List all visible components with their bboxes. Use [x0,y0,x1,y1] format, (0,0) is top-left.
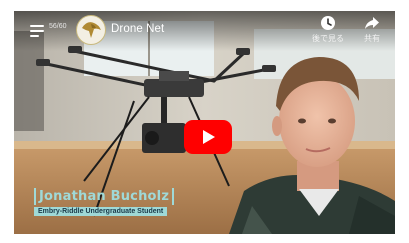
share-label: 共有 [364,34,380,43]
video-title[interactable]: Drone Net [111,23,164,35]
watch-later-button[interactable]: 後で見る [308,15,348,49]
play-icon [203,130,215,144]
video-player[interactable]: 56/60 Drone Net 後で見る 共有 Jonathan Bucholz [14,11,395,234]
speaker-role: Embry-Riddle Undergraduate Student [34,207,168,216]
playlist-menu-icon[interactable] [30,25,44,37]
share-button[interactable]: 共有 [352,15,392,49]
play-button[interactable] [184,120,232,154]
playlist-position: 56/60 [49,23,67,30]
player-top-bar: 56/60 Drone Net 後で見る 共有 [14,11,395,51]
share-arrow-icon [365,17,379,29]
eagle-icon [82,22,101,38]
clock-icon [321,16,335,30]
watch-later-label: 後で見る [312,34,344,43]
lower-third-caption: Jonathan Bucholz Embry-Riddle Undergradu… [34,187,175,216]
channel-eagle-logo[interactable] [76,15,106,45]
speaker-name: Jonathan Bucholz [34,188,175,205]
